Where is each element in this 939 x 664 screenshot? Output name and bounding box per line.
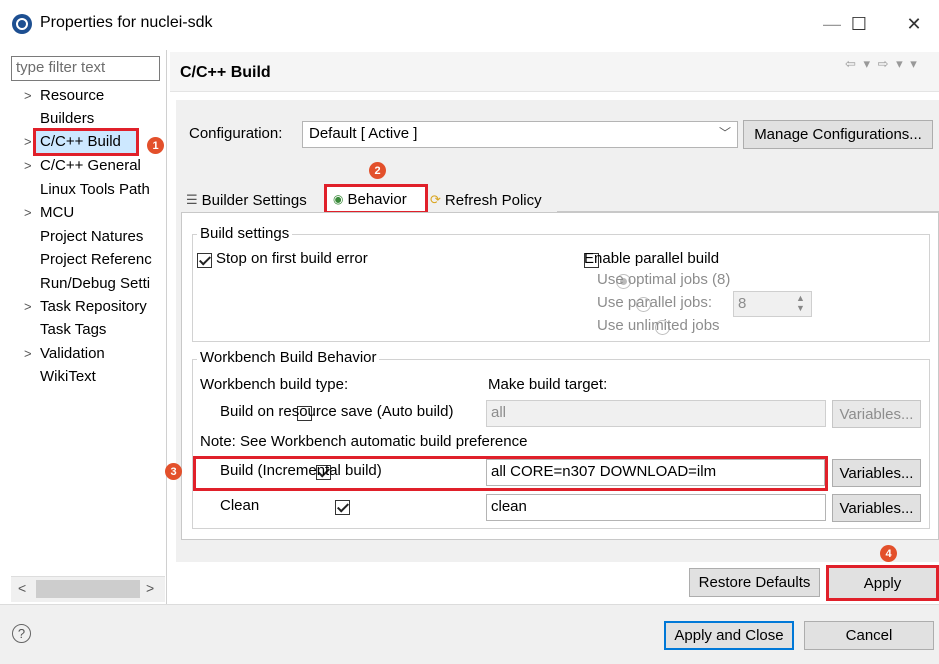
help-icon[interactable]: ? xyxy=(12,624,31,643)
sidebar-item-run-debug-settings[interactable]: Run/Debug Setti xyxy=(40,275,164,292)
filter-input[interactable]: type filter text xyxy=(11,56,160,81)
clean-label: Clean xyxy=(220,497,260,514)
sidebar-item-validation[interactable]: Validation xyxy=(40,345,164,362)
sidebar-item-resource[interactable]: Resource xyxy=(40,87,164,104)
tab-behavior[interactable]: ◉ Behavior xyxy=(324,184,428,214)
build-settings-title: Build settings xyxy=(197,225,293,242)
configuration-label: Configuration: xyxy=(189,125,283,142)
navigation-arrows-icon[interactable]: ⇦ ▾ ⇨ ▾ ▾ xyxy=(845,56,919,72)
auto-build-variables-button[interactable]: Variables... xyxy=(832,400,921,428)
chevron-down-icon[interactable]: ﹀ xyxy=(719,124,731,141)
scroll-right-icon[interactable]: > xyxy=(146,580,154,596)
panel-divider[interactable] xyxy=(166,50,167,604)
app-icon xyxy=(12,14,32,34)
incremental-build-label: Build (Incremental build) xyxy=(220,462,382,479)
sidebar-item-task-tags[interactable]: Task Tags xyxy=(40,321,164,338)
auto-build-label: Build on resource save (Auto build) xyxy=(220,403,454,420)
sidebar-item-mcu[interactable]: MCU xyxy=(40,204,164,221)
stop-on-error-label: Stop on first build error xyxy=(216,250,368,267)
clean-checkbox[interactable] xyxy=(335,500,351,515)
workbench-title: Workbench Build Behavior xyxy=(197,349,380,366)
sidebar-item-wikitext[interactable]: WikiText xyxy=(40,368,164,385)
auto-build-target-field[interactable]: all xyxy=(486,400,826,427)
chevron-right-icon[interactable]: > xyxy=(24,158,32,173)
workbench-note: Note: See Workbench automatic build pref… xyxy=(200,433,528,450)
unlimited-jobs-label: Use unlimited jobs xyxy=(597,317,720,334)
sidebar-item-cc-build[interactable]: C/C++ Build xyxy=(40,133,135,150)
incremental-variables-button[interactable]: Variables... xyxy=(832,459,921,487)
tab-refresh-policy[interactable]: ⟳ Refresh Policy xyxy=(430,188,542,212)
list-icon: ☰ xyxy=(186,192,198,207)
chevron-right-icon[interactable]: > xyxy=(24,346,32,361)
clean-target-field[interactable]: clean xyxy=(486,494,826,521)
tab-builder-settings[interactable]: ☰ Builder Settings xyxy=(186,188,307,212)
apply-and-close-button[interactable]: Apply and Close xyxy=(664,621,794,650)
sidebar-item-project-references[interactable]: Project Referenc xyxy=(40,251,164,268)
parallel-build-label: Enable parallel build xyxy=(584,250,720,267)
close-button[interactable]: ✕ xyxy=(894,10,934,38)
refresh-icon: ⟳ xyxy=(430,192,441,207)
sidebar-item-builders[interactable]: Builders xyxy=(40,110,164,127)
radio-dot-icon: ◉ xyxy=(333,192,344,206)
maximize-button[interactable]: ☐ xyxy=(839,10,879,38)
dialog-button-bar xyxy=(0,604,939,664)
build-target-header: Make build target: xyxy=(488,376,608,393)
stop-on-error-checkbox[interactable] xyxy=(197,253,212,268)
scroll-left-icon[interactable]: < xyxy=(18,580,26,596)
annotation-badge-1: 1 xyxy=(147,137,164,154)
parallel-jobs-label: Use parallel jobs: xyxy=(597,294,713,311)
clean-variables-button[interactable]: Variables... xyxy=(832,494,921,522)
chevron-right-icon[interactable]: > xyxy=(24,205,32,220)
sidebar-item-linux-tools-path[interactable]: Linux Tools Path xyxy=(40,181,164,198)
page-title: C/C++ Build xyxy=(180,64,271,81)
chevron-right-icon[interactable]: > xyxy=(24,88,32,103)
cancel-button[interactable]: Cancel xyxy=(804,621,934,650)
chevron-right-icon[interactable]: > xyxy=(24,299,32,314)
configuration-select[interactable]: Default [ Active ] xyxy=(302,121,738,148)
apply-button[interactable]: Apply xyxy=(826,565,939,601)
sidebar-item-cc-general[interactable]: C/C++ General xyxy=(40,157,164,174)
optimal-jobs-label: Use optimal jobs (8) xyxy=(597,271,731,288)
sidebar-item-project-natures[interactable]: Project Natures xyxy=(40,228,164,245)
chevron-right-icon[interactable]: > xyxy=(24,134,32,149)
tab-label: Builder Settings xyxy=(201,191,307,209)
build-type-header: Workbench build type: xyxy=(200,376,349,393)
incremental-build-target-field[interactable]: all CORE=n307 DOWNLOAD=ilm xyxy=(486,459,825,486)
page-header xyxy=(170,52,939,92)
spinner-arrows-icon[interactable]: ▲ ▼ xyxy=(791,293,810,315)
scrollbar-thumb[interactable] xyxy=(36,580,140,598)
annotation-badge-2: 2 xyxy=(369,162,386,179)
tab-label: Refresh Policy xyxy=(444,191,542,209)
sidebar-item-task-repository[interactable]: Task Repository xyxy=(40,298,164,315)
restore-defaults-button[interactable]: Restore Defaults xyxy=(689,568,820,597)
window-title: Properties for nuclei-sdk xyxy=(40,14,213,31)
annotation-badge-4: 4 xyxy=(880,545,897,562)
annotation-badge-3: 3 xyxy=(165,463,182,480)
manage-configurations-button[interactable]: Manage Configurations... xyxy=(743,120,933,149)
tab-label: Behavior xyxy=(347,190,407,208)
